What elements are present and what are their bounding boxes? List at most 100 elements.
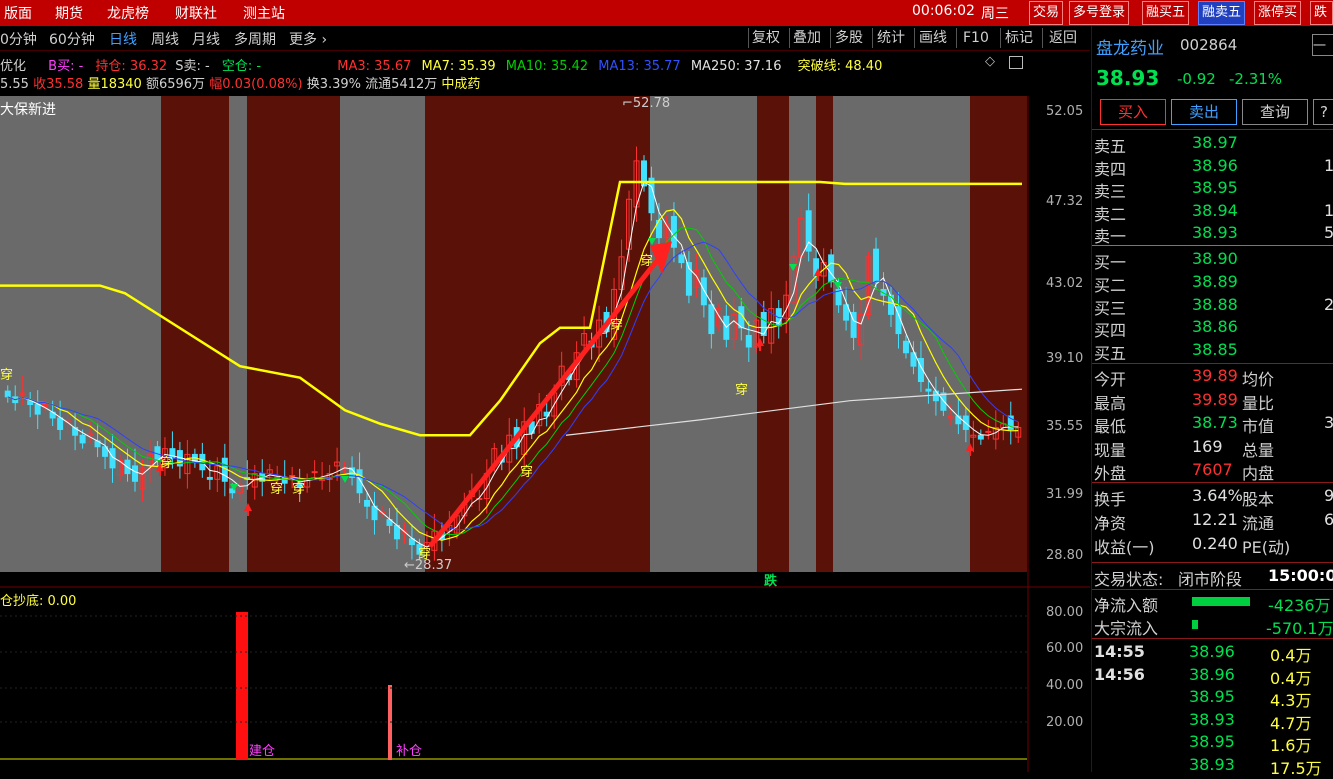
trade-button[interactable]: 交易 [1029,1,1064,25]
bid-label: 买四 [1094,321,1127,341]
bid-label: 买一 [1094,253,1127,272]
candlestick-chart[interactable] [0,96,1090,772]
period-multi[interactable]: 多周期 [234,29,276,49]
sub-y-tick: 20.00 [1046,715,1084,730]
fundamental-value: 6 [1324,510,1333,529]
period-toolbar: 0分钟 60分钟 日线 周线 月线 多周期 更多 › 复权 叠加 多股 统计 画… [0,26,1090,51]
bid-label: 买三 [1094,298,1127,318]
pierce-label: 穿 [610,318,624,333]
period-60min[interactable]: 60分钟 [49,29,95,49]
fundamental-label: 收益(一) [1094,538,1155,557]
multi-stock-button[interactable]: 多股 [835,28,863,48]
ma10-value: MA10: 35.42 [505,59,589,74]
ask-row[interactable]: 卖一 38.93 5 [1092,223,1333,246]
net-inflow-row: 净流入额 -4236万 [1092,592,1333,615]
ask-label: 卖四 [1094,159,1127,179]
expand-icon[interactable]: 一 [1312,34,1333,56]
candle-body [708,304,715,335]
candle-body [700,277,707,306]
signal-band [970,96,1027,572]
candle-body [828,254,835,283]
bid-row[interactable]: 买四 38.86 [1092,317,1333,340]
stat-row: 现量 169 总量 [1092,437,1333,460]
stat-label: 量比 [1242,393,1275,413]
tick-time: 14:56 [1094,664,1145,684]
signal-band [789,96,816,572]
ask-volume: 1 [1324,200,1333,220]
back-button[interactable]: 返回 [1049,28,1077,48]
ask-row[interactable]: 卖五 38.97 [1092,133,1333,156]
candle-body [4,390,11,398]
period-daily[interactable]: 日线 [109,29,137,49]
menu-cls[interactable]: 财联社 [175,3,217,23]
y-tick: 28.80 [1046,548,1084,563]
empty-value: 空仓: - [221,59,262,74]
candle-body [977,434,984,440]
bid-row[interactable]: 买一 38.90 [1092,249,1333,272]
trade-state-value: 闭市阶段 [1178,570,1243,589]
stat-label: 最高 [1094,393,1127,413]
margin-sell-button[interactable]: 融卖五 [1198,1,1246,25]
stats-button[interactable]: 统计 [877,28,905,48]
bid-row[interactable]: 买五 38.85 [1092,340,1333,363]
stat-row: 最高 39.89 量比 [1092,390,1333,413]
stat-label: 均价 [1242,370,1275,389]
ask-label: 卖五 [1094,137,1127,156]
multi-login-button[interactable]: 多号登录 [1069,1,1130,25]
adjust-button[interactable]: 复权 [752,28,780,48]
menu-layout[interactable]: 版面 [4,3,32,23]
ask-price: 38.96 [1192,155,1238,175]
volume-value: 量18340 [87,77,142,92]
candle-body [206,476,213,480]
bid-label: 买二 [1094,275,1127,295]
mark-button[interactable]: 标记 [1005,28,1033,48]
query-button[interactable]: 查询 [1242,99,1308,125]
period-monthly[interactable]: 月线 [192,29,220,49]
tick-volume: 17.5万 [1270,758,1322,778]
ask-row[interactable]: 卖三 38.95 [1092,178,1333,201]
bid-row[interactable]: 买二 38.89 [1092,272,1333,295]
limit-down-button[interactable]: 跌停 [1310,1,1333,42]
ask-price: 38.93 [1192,223,1238,242]
buy-button[interactable]: 买入 [1100,99,1166,125]
draw-button[interactable]: 画线 [919,28,947,48]
amount-value: 额6596万 [145,77,206,92]
tick-volume: 0.4万 [1270,646,1312,665]
diamond-icon[interactable]: ◇ [985,54,995,69]
sell-button[interactable]: 卖出 [1171,99,1237,125]
more-button[interactable]: ? [1313,99,1333,125]
window-icon[interactable] [1009,56,1023,69]
s-sell-value: S卖: - [175,59,210,74]
limit-up-buy-button[interactable]: 涨停买 [1254,1,1302,25]
ask-row[interactable]: 卖二 38.94 1 [1092,201,1333,224]
clock: 00:06:02 [912,3,975,19]
f10-button[interactable]: F10 [963,28,989,48]
net-inflow-value: -4236万 [1268,596,1331,615]
ask-label: 卖一 [1094,227,1127,246]
menu-dragon-tiger[interactable]: 龙虎榜 [107,3,149,23]
ma13-value: MA13: 35.77 [598,59,681,74]
menu-futures[interactable]: 期货 [55,3,83,23]
build-position-bar [236,612,248,760]
ask-row[interactable]: 卖四 38.96 1 [1092,156,1333,179]
fundamental-value: 9 [1324,486,1333,505]
y-tick: 39.10 [1046,351,1084,366]
turnover-value: 换3.39% [306,77,362,92]
period-weekly[interactable]: 周线 [151,29,179,49]
indicator-line: 优化 B买: - 持仓: 36.32 S卖: - 空仓: - MA3: 35.6… [0,55,882,74]
menu-test-server[interactable]: 测主站 [243,3,285,23]
period-min[interactable]: 0分钟 [0,29,37,49]
breakout-value: 突破线: 48.40 [797,59,883,74]
trade-state-time: 15:00:00 [1268,566,1333,585]
margin-buy-button[interactable]: 融买五 [1142,1,1190,25]
tick-time: 14:55 [1094,642,1145,661]
overlay-button[interactable]: 叠加 [793,28,821,48]
fundamental-row: 换手 3.64% 股本 9 [1092,486,1333,509]
period-more[interactable]: 更多 › [289,29,327,49]
bid-row[interactable]: 买三 38.88 2 [1092,295,1333,318]
pierce-label: 穿 [0,368,14,383]
ask-volume: 1 [1324,155,1333,175]
y-tick: 47.32 [1046,194,1084,209]
pierce-label: 穿 [520,465,534,480]
candle-body [940,392,947,411]
